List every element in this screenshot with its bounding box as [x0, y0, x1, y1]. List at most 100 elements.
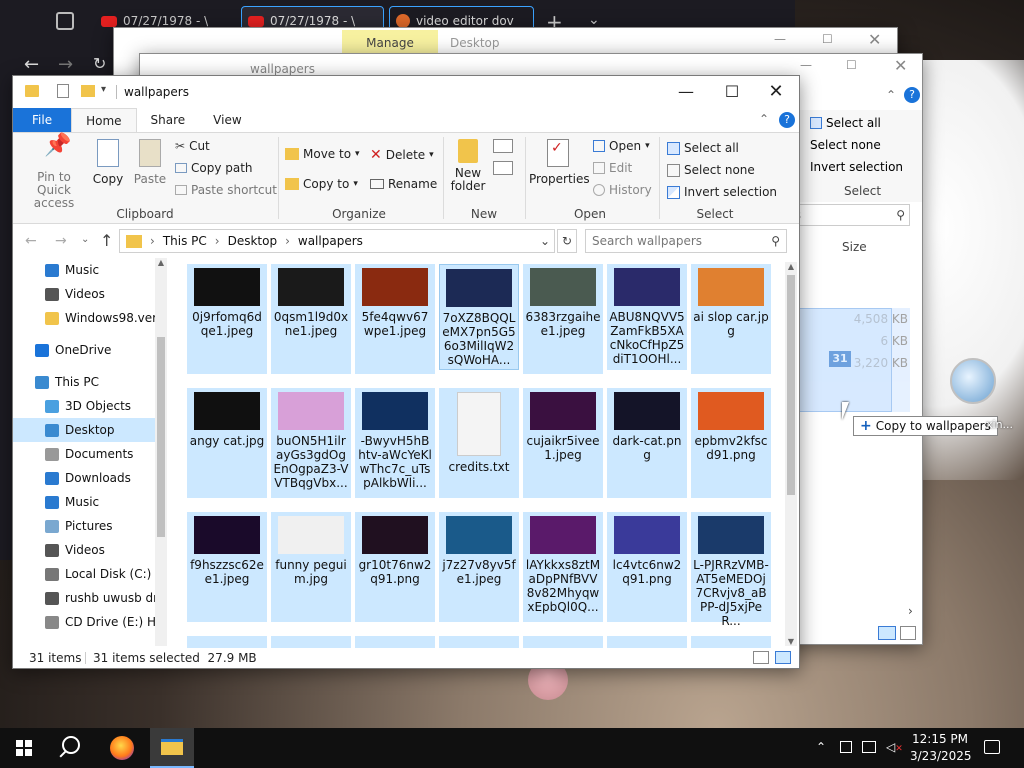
rename-button[interactable]: Rename [370, 177, 437, 191]
network-icon[interactable] [862, 741, 876, 753]
new-folder-button[interactable]: New folder [447, 139, 489, 193]
large-icons-view-icon[interactable] [775, 651, 791, 664]
file-item-partial[interactable] [607, 636, 687, 648]
browser-forward-icon[interactable]: → [58, 54, 73, 75]
breadcrumb-item[interactable]: Desktop [228, 234, 278, 248]
sidebar-scrollbar[interactable]: ▲ [155, 258, 167, 646]
file-item-partial[interactable] [691, 636, 771, 648]
title-bar[interactable]: Manage Desktop — ☐ ✕ [114, 28, 897, 56]
search-box[interactable]: rs ⚲ [785, 204, 910, 226]
start-windows-icon[interactable] [16, 740, 32, 756]
file-item[interactable]: j7z27v8yv5fe1.jpeg [439, 512, 519, 622]
notifications-icon[interactable] [984, 740, 1000, 754]
file-item[interactable]: f9hszzsc62ee1.jpeg [187, 512, 267, 622]
paste-button[interactable]: Paste [131, 139, 169, 186]
file-item-partial[interactable] [187, 636, 267, 648]
sidebar-item[interactable]: Local Disk (C:) [13, 562, 167, 586]
sidebar-item[interactable]: Downloads [13, 466, 167, 490]
file-scrollbar[interactable]: ▲ ▼ [785, 262, 797, 646]
file-item[interactable]: ai slop car.jpg [691, 264, 771, 374]
file-item[interactable]: 5fe4qwv67wpe1.jpeg [355, 264, 435, 374]
properties-check-icon[interactable] [57, 84, 69, 98]
sidebar-item[interactable]: OneDrive [13, 338, 167, 362]
back-icon[interactable]: ← [25, 233, 37, 249]
file-item[interactable]: -BwyvH5hBhtv-aWcYeKlwThc7c_uTspAlkbWli..… [355, 388, 435, 498]
scroll-thumb[interactable] [157, 337, 165, 537]
tab-overview-icon[interactable] [56, 12, 74, 30]
file-item[interactable]: lAYkkxs8ztMaDpPNfBVV8v82MhyqwxEpbQl0Q... [523, 512, 603, 622]
large-icons-view-icon[interactable] [900, 626, 916, 640]
file-item-partial[interactable] [523, 636, 603, 648]
breadcrumb-item[interactable]: This PC [163, 234, 207, 248]
move-to-button[interactable]: Move to ▾ [285, 147, 360, 161]
file-item[interactable]: epbmv2kfscd91.png [691, 388, 771, 498]
tab-home[interactable]: Home [71, 108, 137, 132]
copy-path-button[interactable]: Copy path [175, 161, 253, 175]
file-item[interactable]: 7oXZ8BQQLeMX7pn5G56o3MilIqW2sQWoHA... [439, 264, 519, 370]
file-item-partial[interactable] [355, 636, 435, 648]
tab-list-chevron-icon[interactable]: ⌄ [588, 12, 600, 28]
details-view-icon[interactable] [753, 651, 769, 664]
file-item[interactable]: funny peguim.jpg [271, 512, 351, 622]
file-item[interactable]: 6383rzgaihee1.jpeg [523, 264, 603, 374]
help-icon[interactable]: ? [779, 112, 795, 128]
clock-time[interactable]: 12:15 PM [912, 732, 968, 746]
help-icon[interactable]: ? [904, 87, 920, 103]
clock-date[interactable]: 3/23/2025 [910, 749, 972, 763]
file-item[interactable]: buON5H1ilrayGs3gdOgEnOgpaZ3-VVTBqgVbx... [271, 388, 351, 498]
properties-button[interactable]: ✓ Properties [529, 139, 590, 186]
file-item[interactable]: credits.txt [439, 388, 519, 498]
file-item[interactable]: dark-cat.png [607, 388, 687, 498]
easy-access-icon[interactable] [493, 161, 513, 175]
file-item[interactable]: 0qsm1l9d0xne1.jpeg [271, 264, 351, 374]
open-button[interactable]: Open ▾ [593, 139, 650, 153]
firefox-icon[interactable] [110, 736, 134, 760]
close-icon[interactable]: ✕ [868, 30, 881, 49]
close-icon[interactable]: ✕ [894, 56, 907, 75]
sidebar-item[interactable]: Music [13, 490, 167, 514]
sidebar-item[interactable]: rushb uwusb dri [13, 586, 167, 610]
scroll-up-icon[interactable]: ▲ [155, 258, 167, 267]
sidebar-item[interactable]: Windows98.ver.4 [13, 306, 167, 330]
file-item-partial[interactable] [439, 636, 519, 648]
size-column-header[interactable]: Size [842, 240, 867, 254]
minimize-icon[interactable]: — [663, 76, 709, 106]
browser-reload-icon[interactable]: ↻ [93, 54, 106, 73]
up-icon[interactable]: ↑ [100, 231, 113, 250]
search-input[interactable]: Search wallpapers ⚲ [585, 229, 787, 253]
sidebar-item[interactable]: Music [13, 258, 167, 282]
scroll-up-icon[interactable]: ▲ [785, 262, 797, 271]
sidebar-item[interactable]: Videos [13, 282, 167, 306]
delete-button[interactable]: ✕ Delete ▾ [370, 147, 434, 163]
maximize-icon[interactable]: ☐ [709, 76, 755, 106]
title-bar[interactable]: ▾ wallpapers — ☐ ✕ [13, 76, 799, 108]
browser-back-icon[interactable]: ← [24, 54, 39, 75]
sidebar-item[interactable]: Desktop [13, 418, 167, 442]
customize-dropdown-icon[interactable]: ▾ [101, 84, 106, 95]
file-item[interactable]: 0j9rfomq6dqe1.jpeg [187, 264, 267, 374]
sidebar-item[interactable]: CD Drive (E:) HB [13, 610, 167, 634]
collapse-ribbon-icon[interactable]: ⌃ [886, 88, 896, 102]
maximize-icon[interactable]: ☐ [846, 58, 857, 72]
edit-button[interactable]: Edit [593, 161, 632, 175]
paste-shortcut-button[interactable]: Paste shortcut [175, 183, 277, 197]
maximize-icon[interactable]: ☐ [822, 32, 833, 46]
tab-share[interactable]: Share [137, 108, 200, 132]
details-view-icon[interactable] [878, 626, 896, 640]
tab-file[interactable]: File [13, 108, 72, 132]
explorer-window[interactable]: ▾ wallpapers — ☐ ✕ File Home Share View … [12, 75, 800, 669]
forward-icon[interactable]: → [55, 233, 67, 249]
close-icon[interactable]: ✕ [753, 76, 799, 106]
minimize-icon[interactable]: — [774, 32, 786, 46]
address-dropdown-icon[interactable]: ⌄ [540, 234, 550, 248]
scroll-down-icon[interactable]: ▼ [785, 637, 797, 646]
address-bar[interactable]: › This PC › Desktop › wallpapers ⌄ [119, 229, 555, 253]
tray-device-icon[interactable] [840, 741, 852, 753]
refresh-icon[interactable]: ↻ [557, 229, 577, 253]
scroll-thumb[interactable] [787, 275, 795, 495]
file-item[interactable]: cujaikr5ivee1.jpeg [523, 388, 603, 498]
copy-button[interactable]: Copy [89, 139, 127, 186]
quick-access-folder-icon[interactable] [25, 85, 39, 97]
desktop-shortcut-icon[interactable] [950, 358, 996, 404]
sidebar-item[interactable]: This PC [13, 370, 167, 394]
